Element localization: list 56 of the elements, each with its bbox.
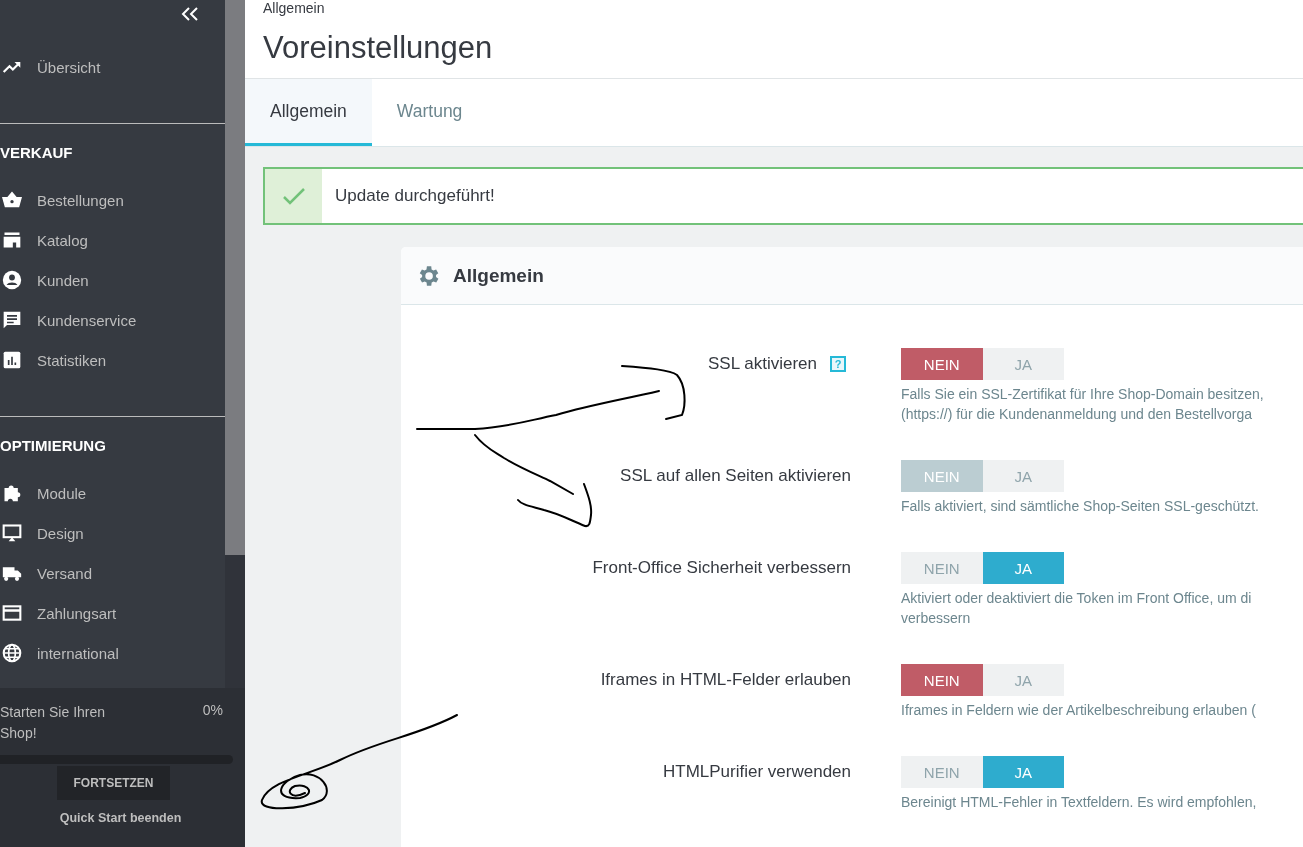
tab[interactable]: Wartung <box>371 79 488 146</box>
quick-start-text: Starten Sie Ihren Shop! <box>0 703 107 743</box>
help-text: verbessern <box>901 609 972 628</box>
switch-option[interactable]: JA <box>982 552 1064 584</box>
check-icon <box>282 187 305 205</box>
help-text: Bereinigt HTML-Fehler in Textfeldern. Es wird empfohlen, <box>901 793 1257 812</box>
help-text: Iframes in Feldern wie der Artikelbeschreibung erlauben ( <box>901 701 1256 720</box>
card-icon <box>2 603 22 623</box>
help-text: (https://) für die Kundenanmeldung und den Bestellvorga <box>901 405 1253 424</box>
page-title: Voreinstellungen <box>263 30 493 65</box>
help-text: Falls Sie ein SSL-Zertifikat für Ihre Shop-Domain besitzen, <box>901 385 1264 404</box>
help-text: Aktiviert oder deaktiviert die Token im Front Office, um di <box>901 589 1252 608</box>
menu-item[interactable]: Statistiken <box>0 340 225 380</box>
monitor-icon <box>2 523 22 543</box>
menu-item[interactable]: Übersicht <box>0 47 225 87</box>
menu-item[interactable]: Design <box>0 513 225 553</box>
field-label: Iframes in HTML-Felder erlauben <box>600 670 851 690</box>
scrollbar-thumb[interactable] <box>225 0 245 555</box>
field-label: SSL aktivieren <box>708 354 817 374</box>
menu-item[interactable]: Katalog <box>0 220 225 260</box>
menu-item[interactable]: Kunden <box>0 260 225 300</box>
continue-button[interactable]: FORTSETZEN <box>57 766 170 800</box>
help-text: Falls aktiviert, sind sämtliche Shop-Seiten SSL-geschützt. <box>901 497 1259 516</box>
switch-option[interactable]: NEIN <box>901 552 983 584</box>
yes-no-switch[interactable]: NEIN JA <box>901 552 1064 584</box>
field-label: SSL auf allen Seiten aktivieren <box>620 466 851 486</box>
menu-item[interactable]: Versand <box>0 553 225 593</box>
collapse-icon[interactable] <box>181 7 199 21</box>
alert-message: Update durchgeführt! <box>334 186 495 206</box>
switch-option[interactable]: JA <box>982 348 1064 380</box>
switch-option[interactable]: JA <box>982 756 1064 788</box>
yes-no-switch[interactable]: NEIN JA <box>901 756 1064 788</box>
help-badge[interactable]: ? <box>830 356 846 372</box>
progress-percent: 0% <box>202 702 223 720</box>
breadcrumb[interactable]: Allgemein <box>263 0 325 16</box>
panel-title: Allgemein <box>453 264 544 287</box>
globe-icon <box>2 643 22 663</box>
menu-item[interactable]: Zahlungsart <box>0 593 225 633</box>
menu-item[interactable]: Bestellungen <box>0 180 225 220</box>
section-heading: OPTIMIERUNG <box>0 436 106 454</box>
menu-item[interactable]: international <box>0 633 225 673</box>
switch-option[interactable]: NEIN <box>901 664 983 696</box>
yes-no-switch[interactable]: NEIN JA <box>901 664 1064 696</box>
puzzle-icon <box>2 483 22 503</box>
tab[interactable]: Allgemein <box>245 79 372 146</box>
menu-item[interactable]: Module <box>0 473 225 513</box>
store-icon <box>2 230 22 250</box>
field-label: HTMLPurifier verwenden <box>663 762 851 782</box>
menu-item[interactable]: Kundenservice <box>0 300 225 340</box>
switch-option[interactable]: NEIN <box>901 348 983 380</box>
yes-no-switch[interactable]: NEIN JA <box>901 348 1064 380</box>
section-heading: VERKAUF <box>0 143 73 161</box>
switch-option[interactable]: NEIN <box>901 756 983 788</box>
switch-option[interactable]: JA <box>982 664 1064 696</box>
end-quick-start-link[interactable]: Quick Start beenden <box>18 811 223 825</box>
field-label: Front-Office Sicherheit verbessern <box>592 558 851 578</box>
